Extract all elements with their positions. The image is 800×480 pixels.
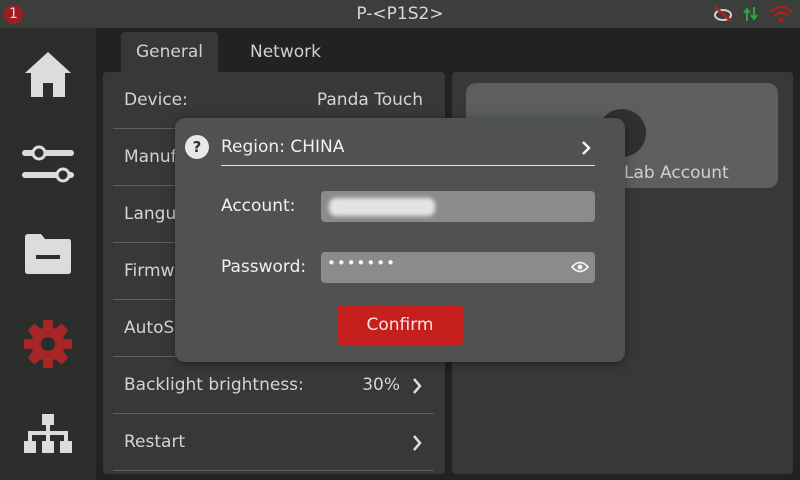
device-label: Device:: [124, 90, 188, 110]
account-input[interactable]: [321, 191, 595, 222]
login-dialog: ? Region: CHINA Account: Password: •••••…: [175, 118, 625, 362]
device-value: Panda Touch: [316, 90, 423, 110]
nav-files[interactable]: [0, 209, 96, 299]
nav-settings[interactable]: [0, 299, 96, 389]
home-icon: [25, 52, 71, 97]
printer-title: P-<P1S2>: [356, 4, 444, 24]
gear-icon: [24, 320, 72, 368]
backlight-value: 30%: [362, 375, 400, 395]
restart-row[interactable]: Restart: [113, 414, 434, 471]
camera-off-icon: [712, 5, 734, 23]
password-label: Password:: [221, 257, 307, 277]
firmware-label: Firmw: [124, 261, 175, 281]
status-bar: 1 P-<P1S2>: [0, 0, 800, 28]
password-input[interactable]: •••••••: [321, 252, 595, 283]
chevron-right-icon: [413, 378, 422, 394]
nav-controls[interactable]: [0, 119, 96, 209]
sidebar: [0, 28, 96, 480]
network-icon: [24, 414, 72, 453]
region-selector[interactable]: Region: CHINA: [221, 130, 595, 166]
wifi-off-icon: [768, 4, 794, 24]
account-card-label: Lab Account: [624, 163, 729, 183]
manufacturer-label: Manuf: [124, 147, 177, 167]
redacted-account-value: [329, 198, 435, 216]
chevron-right-icon: [413, 435, 422, 451]
eye-icon[interactable]: [571, 260, 589, 274]
tab-network[interactable]: Network: [235, 32, 336, 72]
sliders-icon: [22, 145, 74, 183]
tab-bar: General Network: [96, 28, 800, 72]
nav-network[interactable]: [0, 389, 96, 479]
transfer-arrows-icon: [743, 5, 759, 23]
nav-home[interactable]: [0, 29, 96, 119]
status-icons: [712, 4, 794, 24]
region-label: Region: CHINA: [221, 137, 345, 157]
backlight-row[interactable]: Backlight brightness: 30%: [113, 357, 434, 414]
backlight-label: Backlight brightness:: [124, 375, 304, 395]
help-icon[interactable]: ?: [185, 135, 209, 159]
folder-icon: [25, 234, 71, 274]
autosleep-label: AutoSl: [124, 318, 179, 338]
password-mask: •••••••: [327, 254, 396, 272]
restart-label: Restart: [124, 432, 186, 452]
tab-general[interactable]: General: [121, 32, 218, 72]
language-label: Langu: [124, 204, 177, 224]
chevron-right-icon: [582, 141, 591, 155]
account-label: Account:: [221, 196, 296, 216]
confirm-button[interactable]: Confirm: [337, 305, 463, 345]
